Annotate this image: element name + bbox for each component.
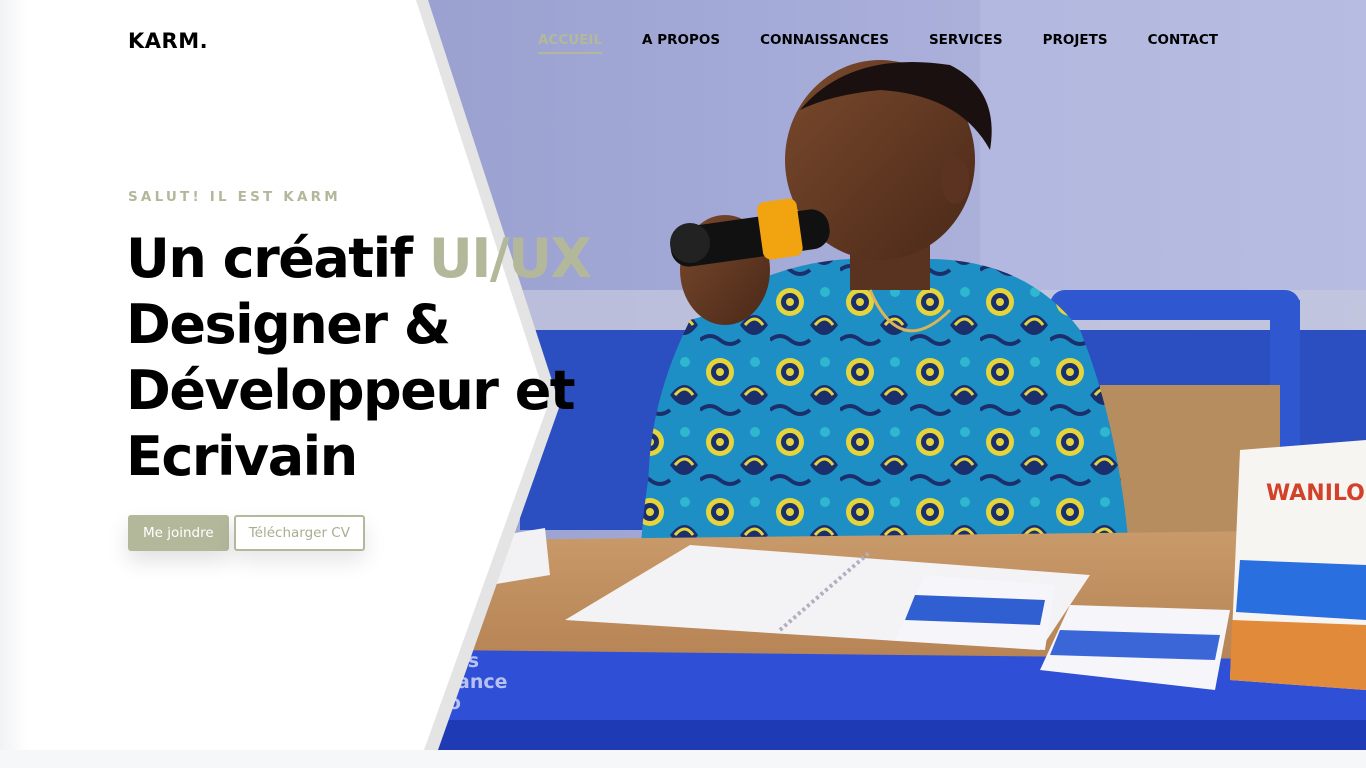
watermark-line2: nhance	[430, 671, 508, 693]
hero-headline: Un créatif UI/UX Designer & Développeur …	[126, 226, 592, 490]
headline-line-3: Développeur et	[126, 359, 576, 422]
watermark-line1: et's	[440, 650, 479, 672]
book-title: WANILO	[1266, 481, 1365, 506]
nav-accueil[interactable]: ACCUEIL	[537, 32, 603, 54]
hero-eyebrow: SALUT! IL EST KARM	[128, 189, 341, 205]
headline-line-1-prefix: Un créatif	[126, 227, 429, 290]
headline-line-2: Designer &	[126, 293, 451, 356]
watermark-line3: sio	[430, 692, 461, 714]
nav-a-propos[interactable]: A PROPOS	[642, 32, 720, 54]
main-nav: ACCUEIL A PROPOS CONNAISSANCES SERVICES …	[537, 32, 1218, 54]
nav-contact[interactable]: CONTACT	[1148, 32, 1218, 54]
headline-line-1: Un créatif UI/UX	[126, 226, 592, 292]
bottom-strip	[0, 750, 1366, 768]
nav-services[interactable]: SERVICES	[929, 32, 1003, 54]
nav-projets[interactable]: PROJETS	[1043, 32, 1108, 54]
site-logo[interactable]: KARM.	[128, 29, 208, 53]
headline-accent: UI/UX	[428, 227, 592, 290]
hero-buttons: Me joindre Télécharger CV	[128, 515, 365, 551]
download-cv-button[interactable]: Télécharger CV	[233, 515, 365, 551]
nav-connaissances[interactable]: CONNAISSANCES	[760, 32, 889, 54]
contact-me-button[interactable]: Me joindre	[128, 515, 229, 551]
headline-line-4: Ecrivain	[126, 425, 358, 488]
